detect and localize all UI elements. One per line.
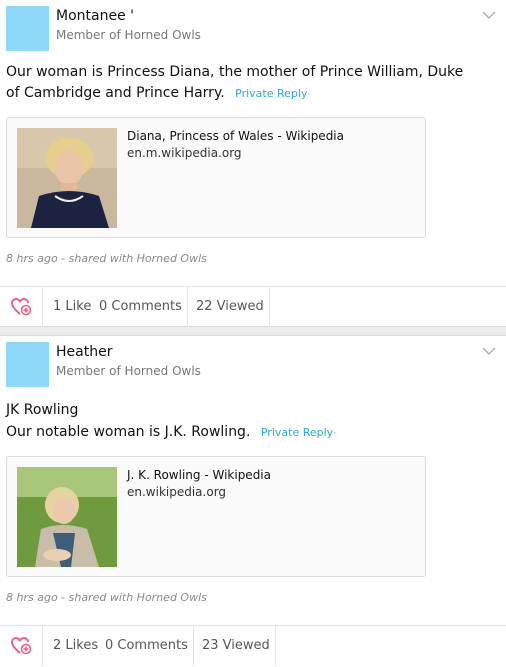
author-name[interactable]: Heather [56,344,112,360]
reply-dot: · [333,429,337,439]
post-action-bar: 1 Like 0 Comments 22 Viewed [0,286,506,327]
post-body: Our notable woman is J.K. Rowling. Priva… [6,422,476,445]
post-body-text: Our notable woman is J.K. Rowling. [6,424,251,440]
author-role: Member of Horned Owls [56,28,201,42]
like-button[interactable] [0,287,43,327]
post-meta: 8 hrs ago - shared with Horned Owls [6,591,207,604]
link-preview-card[interactable]: Diana, Princess of Wales - Wikipedia en.… [6,117,426,238]
post-body: Our woman is Princess Diana, the mother … [6,62,476,106]
divider [269,287,270,327]
link-url[interactable]: en.m.wikipedia.org [127,146,242,160]
viewed-count[interactable]: 23 Viewed [202,638,270,653]
author-name[interactable]: Montanee ' [56,8,134,24]
reply-dot: · [307,90,311,100]
author-role: Member of Horned Owls [56,364,201,378]
likes-count[interactable]: 2 Likes [53,638,98,653]
private-reply-link[interactable]: Private Reply [261,426,333,439]
link-preview-card[interactable]: J. K. Rowling - Wikipedia en.wikipedia.o… [6,456,426,577]
divider [193,626,194,666]
divider [187,287,188,327]
comments-count[interactable]: 0 Comments [105,638,188,653]
post-card: Montanee ' Member of Horned Owls Our wom… [0,0,506,327]
post-separator [0,326,506,336]
heart-plus-icon [10,636,32,655]
chevron-down-icon[interactable] [482,10,496,20]
link-thumbnail[interactable] [17,128,117,228]
avatar[interactable] [6,6,49,51]
post-meta: 8 hrs ago - shared with Horned Owls [6,252,207,265]
likes-count[interactable]: 1 Like [53,299,91,314]
chevron-down-icon[interactable] [482,346,496,356]
link-url[interactable]: en.wikipedia.org [127,485,226,499]
link-thumbnail[interactable] [17,467,117,567]
post-action-bar: 2 Likes 0 Comments 23 Viewed [0,625,506,666]
private-reply-link[interactable]: Private Reply [235,87,307,100]
comments-count[interactable]: 0 Comments [99,299,182,314]
avatar[interactable] [6,342,49,387]
heart-plus-icon [10,297,32,316]
divider [275,626,276,666]
like-button[interactable] [0,626,43,666]
link-title[interactable]: J. K. Rowling - Wikipedia [127,468,271,482]
viewed-count[interactable]: 22 Viewed [196,299,264,314]
post-subject: JK Rowling [6,402,79,418]
link-title[interactable]: Diana, Princess of Wales - Wikipedia [127,129,344,143]
post-card: Heather Member of Horned Owls JK Rowling… [0,336,506,667]
